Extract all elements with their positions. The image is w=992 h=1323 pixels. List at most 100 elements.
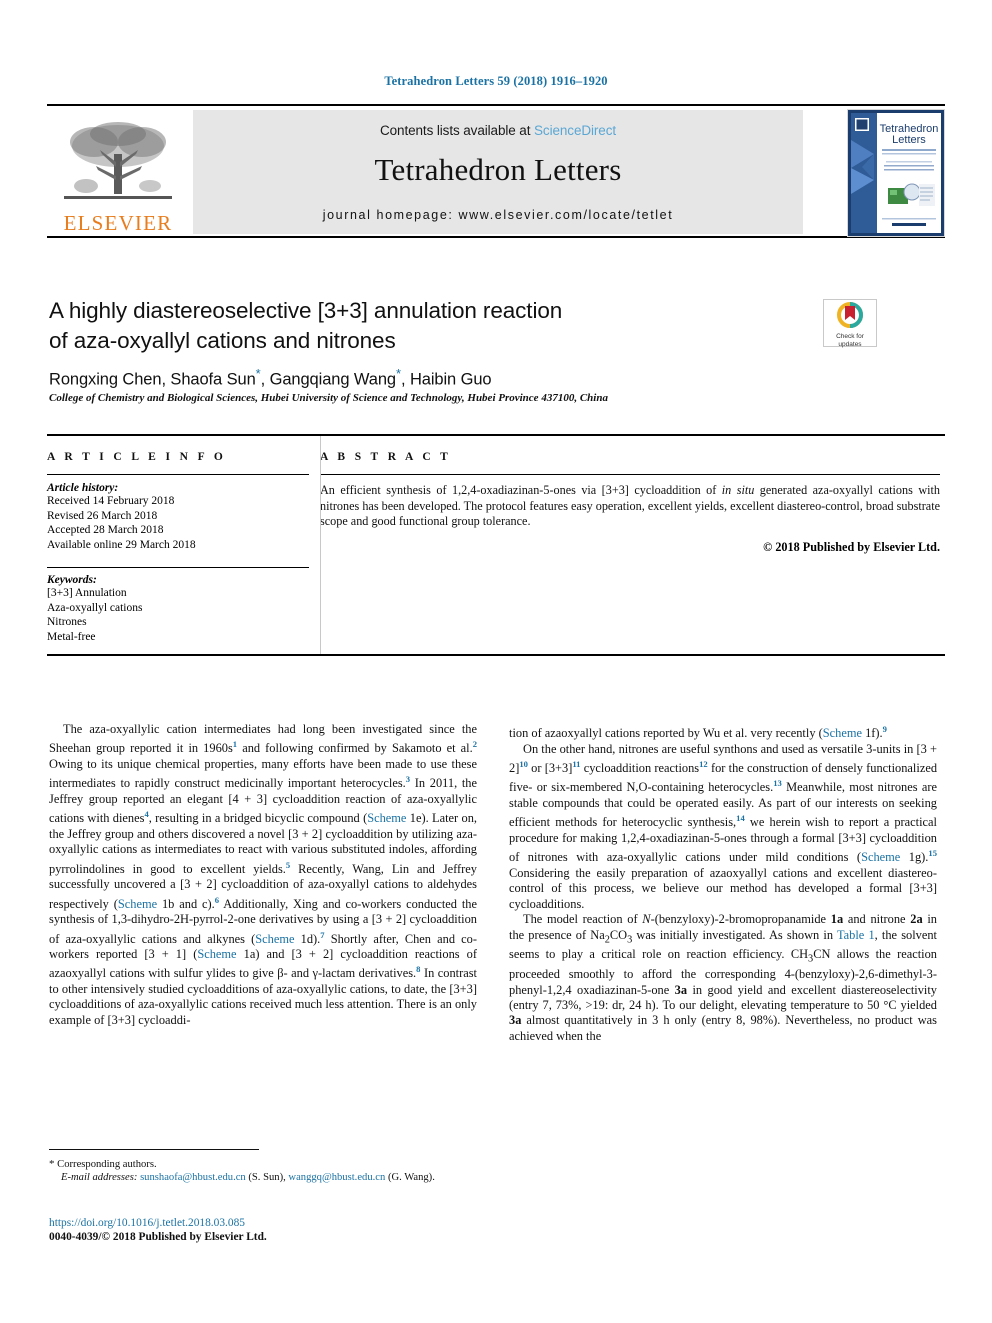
- crossmark-label-line1: Check for: [836, 333, 864, 340]
- issn-copyright-line: 0040-4039/© 2018 Published by Elsevier L…: [49, 1231, 267, 1243]
- corresponding-text: Corresponding authors.: [57, 1159, 157, 1170]
- article-history-revised: Revised 26 March 2018: [47, 509, 158, 522]
- footnote-asterisk: *: [49, 1158, 55, 1170]
- bp-r3f: was initially investigated. As shown in: [632, 927, 837, 942]
- journal-masthead: ELSEVIER Contents lists available at Sci…: [47, 104, 945, 238]
- email-name-2: (G. Wang).: [387, 1172, 435, 1184]
- elsevier-tree-icon: [64, 122, 172, 199]
- keyword-item-2: Aza-oxyallyl cations: [47, 601, 143, 614]
- abstract-part-1: An efficient synthesis of 1,2,4-oxadiazi…: [320, 483, 722, 497]
- crossmark-icon: [837, 302, 863, 328]
- email-label: E-mail addresses:: [61, 1172, 138, 1184]
- bp-r3c: and nitrone: [843, 912, 911, 927]
- crossmark-label: Check for updates: [824, 333, 876, 348]
- email-link-2[interactable]: wanggq@hbust.edu.cn: [288, 1172, 385, 1183]
- abstract-divider: [320, 474, 940, 475]
- bp-l1j: 1d).: [294, 931, 321, 946]
- keywords-block: Keywords: [3+3] Annulation Aza-oxyallyl …: [47, 567, 309, 644]
- article-body: The aza-oxyallylic cation intermediates …: [49, 722, 945, 1132]
- reference-9[interactable]: 9: [883, 724, 887, 734]
- keyword-item-4: Metal-free: [47, 630, 96, 643]
- author-list: Rongxing Chen, Shaofa Sun*, Gangqiang Wa…: [49, 366, 809, 390]
- keywords-divider: [47, 567, 309, 568]
- bp-l1b: and following confirmed by Sakamoto et a…: [237, 741, 473, 756]
- panel-bottom-divider: [47, 654, 945, 656]
- reference-14[interactable]: 14: [736, 813, 745, 823]
- elsevier-logo: ELSEVIER: [47, 110, 189, 236]
- bp-r2h: Considering the easily preparation of az…: [509, 865, 937, 911]
- compound-3a-second: 3a: [509, 1013, 522, 1028]
- scheme-link-1d[interactable]: Scheme: [255, 932, 294, 946]
- compound-2a: 2a: [910, 912, 923, 927]
- author-group-3: , Haibin Guo: [400, 370, 492, 389]
- body-paragraph-left-1: The aza-oxyallylic cation intermediates …: [49, 722, 477, 1028]
- journal-homepage-link[interactable]: journal homepage: www.elsevier.com/locat…: [193, 208, 803, 222]
- compound-3a-first: 3a: [674, 982, 688, 997]
- compound-prefix-N: N: [642, 912, 651, 927]
- abstract-in-situ: in situ: [721, 483, 755, 497]
- corresponding-author-note: * Corresponding authors.: [49, 1158, 489, 1171]
- article-info-column: A R T I C L E I N F O Article history: R…: [47, 436, 309, 644]
- scheme-link-1bc[interactable]: Scheme: [118, 897, 157, 911]
- author-affiliation: College of Chemistry and Biological Scie…: [49, 392, 608, 404]
- article-info-divider: [47, 474, 309, 475]
- title-line-1: A highly diastereoselective [3+3] annula…: [49, 298, 563, 323]
- svg-text:Letters: Letters: [892, 134, 926, 146]
- footnote-divider: [49, 1149, 259, 1150]
- keyword-item-3: Nitrones: [47, 616, 87, 628]
- scheme-link-1a[interactable]: Scheme: [197, 947, 236, 961]
- journal-running-head: Tetrahedron Letters 59 (2018) 1916–1920: [384, 74, 608, 88]
- bp-r2b: or [3+3]: [527, 761, 573, 776]
- compound-1a: 1a: [830, 912, 844, 927]
- bp-r2g: 1g).: [900, 850, 929, 865]
- doi-block: https://doi.org/10.1016/j.tetlet.2018.03…: [49, 1216, 489, 1244]
- article-history-online: Available online 29 March 2018: [47, 538, 196, 551]
- keyword-item-1: [3+3] Annulation: [47, 587, 127, 599]
- author-group-2: , Gangqiang Wang: [260, 370, 397, 389]
- journal-title: Tetrahedron Letters: [374, 152, 622, 187]
- masthead-center-panel: Contents lists available at ScienceDirec…: [193, 110, 803, 234]
- reference-12[interactable]: 12: [699, 759, 708, 769]
- abstract-heading: A B S T R A C T: [320, 451, 452, 463]
- scheme-link-1g[interactable]: Scheme: [861, 850, 900, 864]
- bp-l1h: 1b and c).: [157, 896, 215, 911]
- body-paragraph-right-2: On the other hand, nitrones are useful s…: [509, 742, 937, 913]
- bp-r1a: tion of azaoxyallyl cations reported by …: [509, 726, 823, 741]
- reference-13[interactable]: 13: [773, 778, 782, 788]
- email-name-1: (S. Sun),: [245, 1172, 289, 1184]
- crossmark-label-line2: updates: [838, 340, 862, 348]
- scheme-link-1f[interactable]: Scheme: [823, 726, 862, 740]
- reference-2[interactable]: 2: [473, 739, 477, 749]
- scheme-link-1e[interactable]: Scheme: [367, 811, 406, 825]
- sciencedirect-link[interactable]: ScienceDirect: [534, 123, 616, 138]
- reference-15[interactable]: 15: [928, 848, 937, 858]
- contents-prefix: Contents lists available at: [379, 123, 535, 138]
- abstract-column: A B S T R A C T An efficient synthesis o…: [320, 436, 940, 555]
- keywords-label: Keywords:: [47, 574, 97, 586]
- article-info-heading: A R T I C L E I N F O: [47, 451, 227, 463]
- article-info-abstract-panel: A R T I C L E I N F O Article history: R…: [47, 434, 945, 654]
- paper-page: Tetrahedron Letters 59 (2018) 1916–1920: [0, 0, 992, 1323]
- page-title: A highly diastereoselective [3+3] annula…: [49, 296, 749, 356]
- bp-r1b: 1f).: [861, 726, 883, 741]
- article-history-received: Received 14 February 2018: [47, 495, 175, 507]
- bp-r2c: cycloaddition reactions: [580, 761, 700, 776]
- abstract-copyright: © 2018 Published by Elsevier Ltd.: [763, 539, 940, 554]
- email-link-1[interactable]: sunshaofa@hbust.edu.cn: [140, 1172, 246, 1183]
- doi-link[interactable]: https://doi.org/10.1016/j.tetlet.2018.03…: [49, 1216, 489, 1230]
- contents-lists-line: Contents lists available at ScienceDirec…: [193, 110, 803, 138]
- journal-cover-image: Tetrahedron Letters: [848, 110, 944, 236]
- reference-10[interactable]: 10: [519, 759, 528, 769]
- journal-cover-thumbnail: Tetrahedron Letters: [847, 109, 945, 237]
- crossmark-badge[interactable]: Check for updates: [823, 299, 877, 348]
- table-link-1[interactable]: Table 1: [837, 928, 875, 942]
- elsevier-wordmark: ELSEVIER: [63, 211, 173, 235]
- abstract-text: An efficient synthesis of 1,2,4-oxadiazi…: [320, 483, 940, 530]
- body-paragraph-right-3: The model reaction of N-(benzyloxy)-2-br…: [509, 912, 937, 1044]
- bp-r3a: The model reaction of: [523, 912, 643, 927]
- article-history-accepted: Accepted 28 March 2018: [47, 524, 164, 536]
- email-addresses-line: E-mail addresses: sunshaofa@hbust.edu.cn…: [49, 1171, 489, 1184]
- bp-r3j: almost quantitatively in 3 h only (entry…: [509, 1013, 937, 1043]
- panel-vertical-divider: [320, 436, 321, 654]
- title-line-2: of aza-oxyallyl cations and nitrones: [49, 328, 396, 353]
